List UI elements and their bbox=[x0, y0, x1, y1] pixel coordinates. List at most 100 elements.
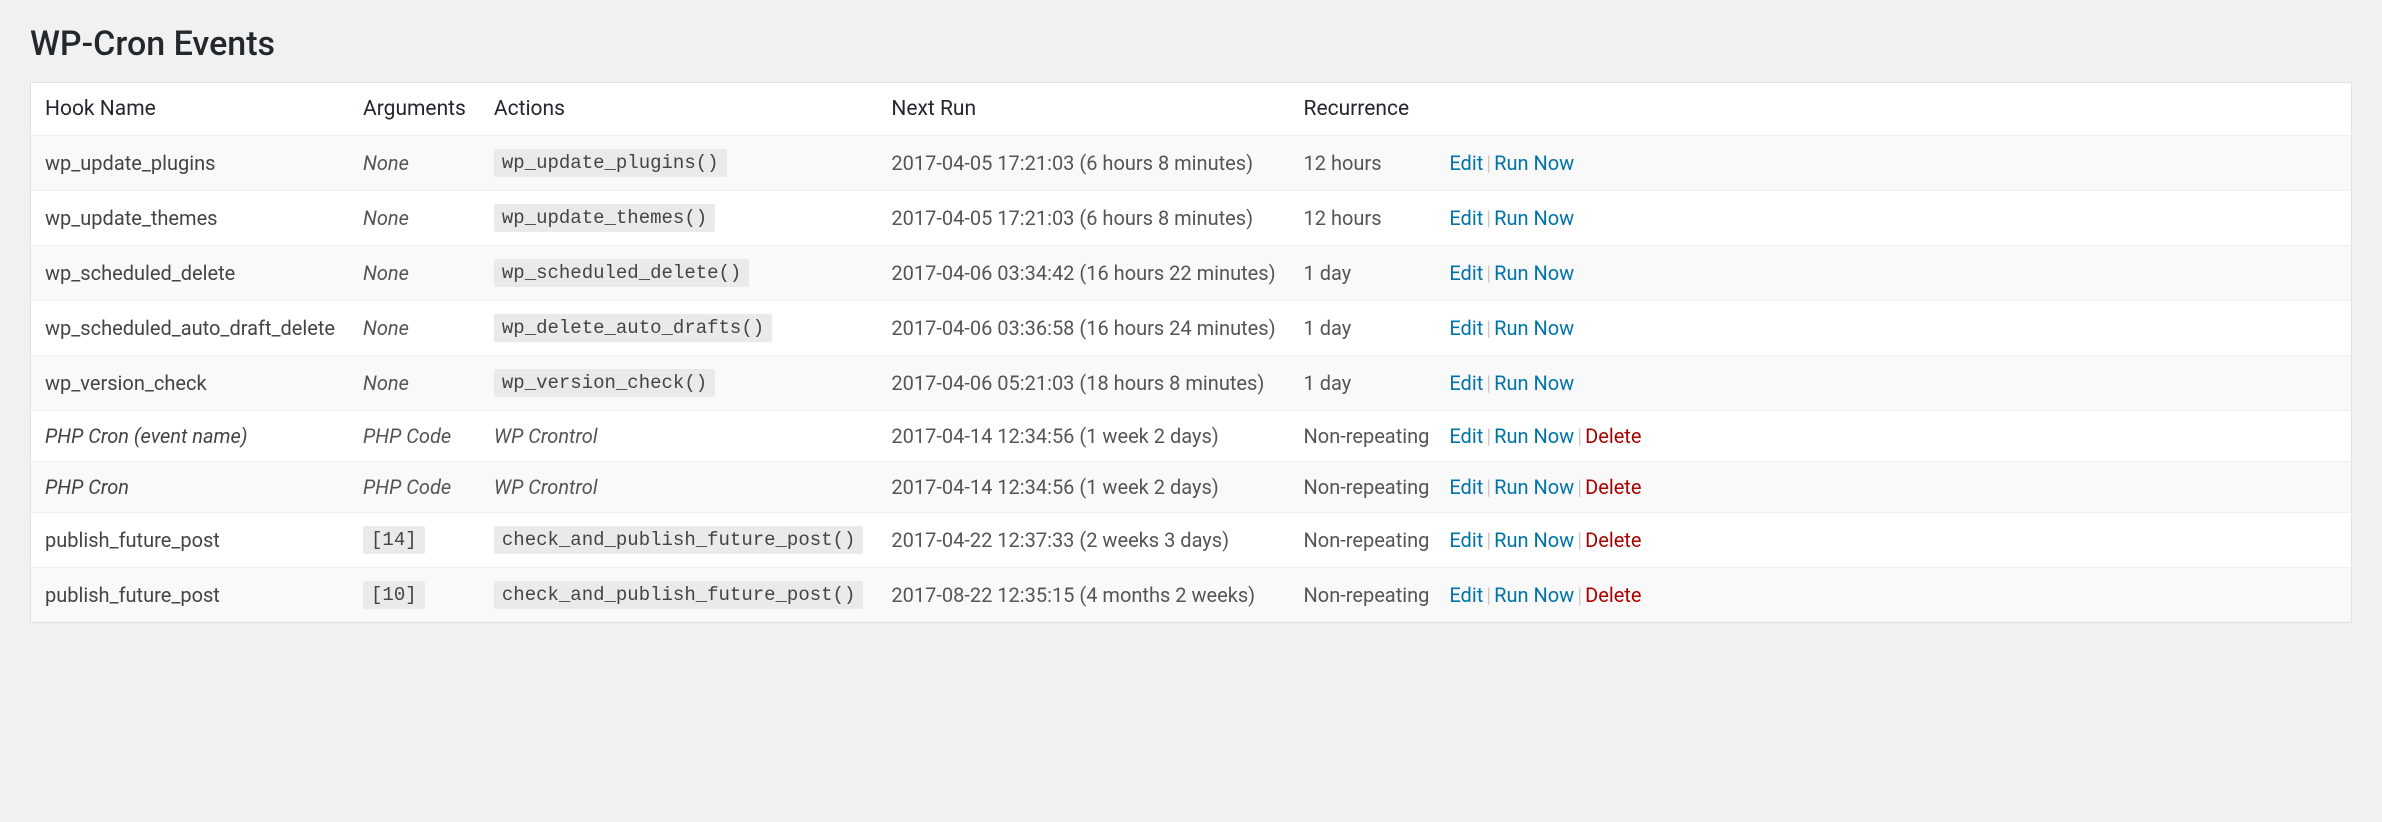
hook-name: wp_scheduled_delete bbox=[31, 246, 350, 301]
hook-name: wp_update_plugins bbox=[31, 136, 350, 191]
recurrence: Non-repeating bbox=[1290, 411, 1444, 462]
recurrence: 1 day bbox=[1290, 356, 1444, 411]
actions: check_and_publish_future_post() bbox=[480, 513, 877, 568]
hook-name: publish_future_post bbox=[31, 568, 350, 623]
col-header-hook: Hook Name bbox=[31, 83, 350, 136]
edit-link[interactable]: Edit bbox=[1449, 528, 1483, 552]
arguments-value: None bbox=[363, 151, 409, 175]
actions: wp_version_check() bbox=[480, 356, 877, 411]
hook-name: publish_future_post bbox=[31, 513, 350, 568]
recurrence: Non-repeating bbox=[1290, 513, 1444, 568]
run-now-link[interactable]: Run Now bbox=[1494, 424, 1574, 448]
action-value: wp_update_plugins() bbox=[494, 149, 727, 177]
row-operations: Edit|Run Now|Delete bbox=[1443, 462, 2351, 513]
table-row: wp_scheduled_delete None wp_scheduled_dele… bbox=[31, 246, 2352, 301]
edit-link[interactable]: Edit bbox=[1449, 371, 1483, 395]
separator: | bbox=[1483, 528, 1494, 552]
row-operations: Edit|Run Now bbox=[1443, 136, 2351, 191]
hook-name: wp_update_themes bbox=[31, 191, 350, 246]
table-row: wp_update_plugins None wp_update_plugins()… bbox=[31, 136, 2352, 191]
delete-link[interactable]: Delete bbox=[1585, 528, 1641, 552]
action-value: wp_delete_auto_drafts() bbox=[494, 314, 772, 342]
next-run: 2017-04-06 03:34:42 (16 hours 22 minutes… bbox=[877, 246, 1289, 301]
arguments-value: PHP Code bbox=[363, 475, 451, 499]
next-run: 2017-08-22 12:35:15 (4 months 2 weeks) bbox=[877, 568, 1289, 623]
action-value: wp_version_check() bbox=[494, 369, 715, 397]
arguments: None bbox=[349, 246, 480, 301]
row-operations: Edit|Run Now bbox=[1443, 356, 2351, 411]
arguments: [10] bbox=[349, 568, 480, 623]
arguments-value: [10] bbox=[363, 581, 425, 609]
arguments-value: None bbox=[363, 371, 409, 395]
actions: WP Crontrol bbox=[480, 462, 877, 513]
actions: wp_update_themes() bbox=[480, 191, 877, 246]
table-row: PHP Cron PHP Code WP Crontrol2017-04-14 12… bbox=[31, 462, 2352, 513]
next-run: 2017-04-14 12:34:56 (1 week 2 days) bbox=[877, 462, 1289, 513]
run-now-link[interactable]: Run Now bbox=[1494, 206, 1574, 230]
arguments: [14] bbox=[349, 513, 480, 568]
col-header-next-run: Next Run bbox=[877, 83, 1289, 136]
edit-link[interactable]: Edit bbox=[1449, 261, 1483, 285]
next-run: 2017-04-05 17:21:03 (6 hours 8 minutes) bbox=[877, 136, 1289, 191]
edit-link[interactable]: Edit bbox=[1449, 475, 1483, 499]
row-operations: Edit|Run Now|Delete bbox=[1443, 568, 2351, 623]
run-now-link[interactable]: Run Now bbox=[1494, 261, 1574, 285]
action-value: wp_update_themes() bbox=[494, 204, 715, 232]
row-operations: Edit|Run Now|Delete bbox=[1443, 411, 2351, 462]
separator: | bbox=[1483, 261, 1494, 285]
table-row: wp_version_checkNonewp_version_check()20… bbox=[31, 356, 2352, 411]
col-header-arguments: Arguments bbox=[349, 83, 480, 136]
actions: wp_scheduled_delete() bbox=[480, 246, 877, 301]
separator: | bbox=[1483, 371, 1494, 395]
run-now-link[interactable]: Run Now bbox=[1494, 151, 1574, 175]
col-header-actions: Actions bbox=[480, 83, 877, 136]
arguments: None bbox=[349, 356, 480, 411]
hook-name: PHP Cron (event name) bbox=[31, 411, 350, 462]
arguments: None bbox=[349, 301, 480, 356]
arguments: None bbox=[349, 136, 480, 191]
run-now-link[interactable]: Run Now bbox=[1494, 371, 1574, 395]
actions: check_and_publish_future_post() bbox=[480, 568, 877, 623]
col-header-recurrence: Recurrence bbox=[1290, 83, 1444, 136]
separator: | bbox=[1574, 475, 1585, 499]
arguments-value: None bbox=[363, 316, 409, 340]
recurrence: 12 hours bbox=[1290, 191, 1444, 246]
delete-link[interactable]: Delete bbox=[1585, 424, 1641, 448]
recurrence: 12 hours bbox=[1290, 136, 1444, 191]
edit-link[interactable]: Edit bbox=[1449, 316, 1483, 340]
separator: | bbox=[1483, 206, 1494, 230]
actions: wp_update_plugins() bbox=[480, 136, 877, 191]
table-row: publish_future_post [10] check_and_publish… bbox=[31, 568, 2352, 623]
next-run: 2017-04-06 05:21:03 (18 hours 8 minutes) bbox=[877, 356, 1289, 411]
separator: | bbox=[1574, 583, 1585, 607]
separator: | bbox=[1483, 316, 1494, 340]
row-operations: Edit|Run Now bbox=[1443, 191, 2351, 246]
row-operations: Edit|Run Now bbox=[1443, 301, 2351, 356]
arguments-value: [14] bbox=[363, 526, 425, 554]
next-run: 2017-04-05 17:21:03 (6 hours 8 minutes) bbox=[877, 191, 1289, 246]
delete-link[interactable]: Delete bbox=[1585, 475, 1641, 499]
edit-link[interactable]: Edit bbox=[1449, 206, 1483, 230]
run-now-link[interactable]: Run Now bbox=[1494, 528, 1574, 552]
row-operations: Edit|Run Now|Delete bbox=[1443, 513, 2351, 568]
run-now-link[interactable]: Run Now bbox=[1494, 475, 1574, 499]
separator: | bbox=[1574, 528, 1585, 552]
edit-link[interactable]: Edit bbox=[1449, 151, 1483, 175]
run-now-link[interactable]: Run Now bbox=[1494, 316, 1574, 340]
table-row: publish_future_post [14] check_and_publish… bbox=[31, 513, 2352, 568]
hook-name: PHP Cron bbox=[31, 462, 350, 513]
table-header-row: Hook Name Arguments Actions Next Run Rec… bbox=[31, 83, 2352, 136]
next-run: 2017-04-06 03:36:58 (16 hours 24 minutes… bbox=[877, 301, 1289, 356]
recurrence: Non-repeating bbox=[1290, 462, 1444, 513]
arguments: PHP Code bbox=[349, 462, 480, 513]
action-value: wp_scheduled_delete() bbox=[494, 259, 749, 287]
arguments-value: None bbox=[363, 261, 409, 285]
run-now-link[interactable]: Run Now bbox=[1494, 583, 1574, 607]
cron-events-table: Hook Name Arguments Actions Next Run Rec… bbox=[30, 82, 2352, 623]
table-row: PHP Cron (event name)PHP CodeWP Crontrol… bbox=[31, 411, 2352, 462]
separator: | bbox=[1483, 475, 1494, 499]
delete-link[interactable]: Delete bbox=[1585, 583, 1641, 607]
next-run: 2017-04-14 12:34:56 (1 week 2 days) bbox=[877, 411, 1289, 462]
edit-link[interactable]: Edit bbox=[1449, 583, 1483, 607]
edit-link[interactable]: Edit bbox=[1449, 424, 1483, 448]
